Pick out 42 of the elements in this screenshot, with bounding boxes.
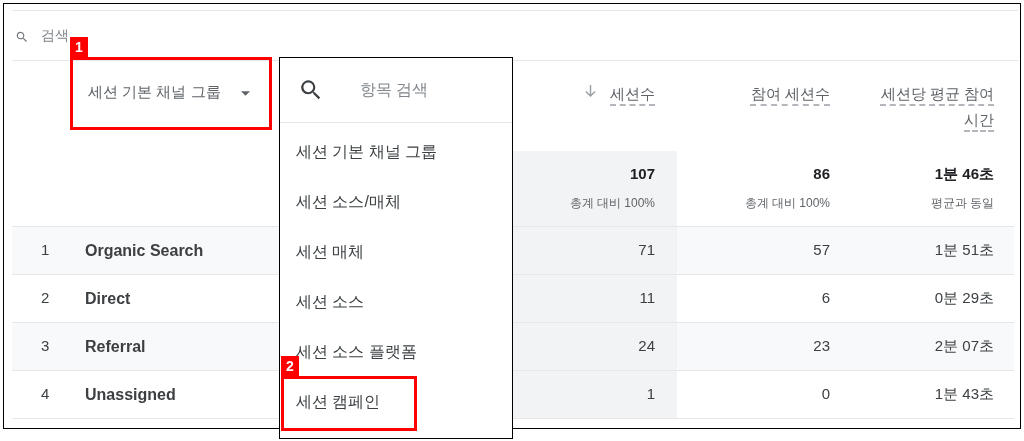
search-field[interactable]: 검색 xyxy=(41,25,69,46)
table-cell-text: 11 xyxy=(639,288,655,309)
column-header[interactable]: 세션수 xyxy=(610,81,655,107)
item-search-field[interactable]: 항목 검색 xyxy=(360,78,429,102)
menu-item[interactable]: 세션 캠페인 xyxy=(296,390,381,414)
total-note: 총계 대비 100% xyxy=(569,194,655,212)
total-note: 평균과 동일 xyxy=(930,194,994,212)
step-badge: 2 xyxy=(281,356,299,376)
menu-item[interactable]: 세션 기본 채널 그룹 xyxy=(296,140,438,164)
channel-name: Unassigned xyxy=(85,384,176,405)
table-cell-text: 71 xyxy=(638,240,655,261)
column-header[interactable]: 참여 세션수 xyxy=(750,81,830,107)
table-cell-text: 1분 51초 xyxy=(934,240,994,261)
row-number: 2 xyxy=(41,288,50,309)
menu-item[interactable]: 세션 매체 xyxy=(296,240,365,264)
channel-name: Direct xyxy=(85,288,131,309)
table-cell-text: 0분 29초 xyxy=(934,288,994,309)
total-value: 1분 46초 xyxy=(934,164,994,184)
row-number: 4 xyxy=(41,384,50,405)
table-cell-text: 2분 07초 xyxy=(934,336,994,357)
table-cell-text: 24 xyxy=(638,336,655,357)
channel-name: Referral xyxy=(85,336,146,357)
search-icon xyxy=(15,29,29,44)
table-cell-text: 0 xyxy=(821,384,830,405)
table-cell-text: 23 xyxy=(813,336,830,357)
dimension-selector[interactable]: 세션 기본 채널 그룹 xyxy=(88,81,221,104)
table-cell-text: 1분 43초 xyxy=(934,384,994,405)
row-number: 1 xyxy=(41,240,50,261)
column-header[interactable]: 세션당 평균 참여 시간 xyxy=(880,81,994,133)
total-note: 총계 대비 100% xyxy=(744,194,830,212)
table-cell-text: 57 xyxy=(813,240,830,261)
menu-item[interactable]: 세션 소스/매체 xyxy=(296,190,401,214)
total-value: 86 xyxy=(813,164,830,184)
step-badge: 1 xyxy=(70,37,88,57)
caret-icon[interactable] xyxy=(240,90,250,96)
table-cell-text: 1 xyxy=(646,384,655,405)
menu-item[interactable]: 세션 소스 플랫폼 xyxy=(296,340,417,364)
row-number: 3 xyxy=(41,336,50,357)
channel-name: Organic Search xyxy=(85,240,204,261)
table-cell-text: 6 xyxy=(821,288,830,309)
total-value: 107 xyxy=(629,164,655,184)
menu-item[interactable]: 세션 소스 xyxy=(296,290,365,314)
